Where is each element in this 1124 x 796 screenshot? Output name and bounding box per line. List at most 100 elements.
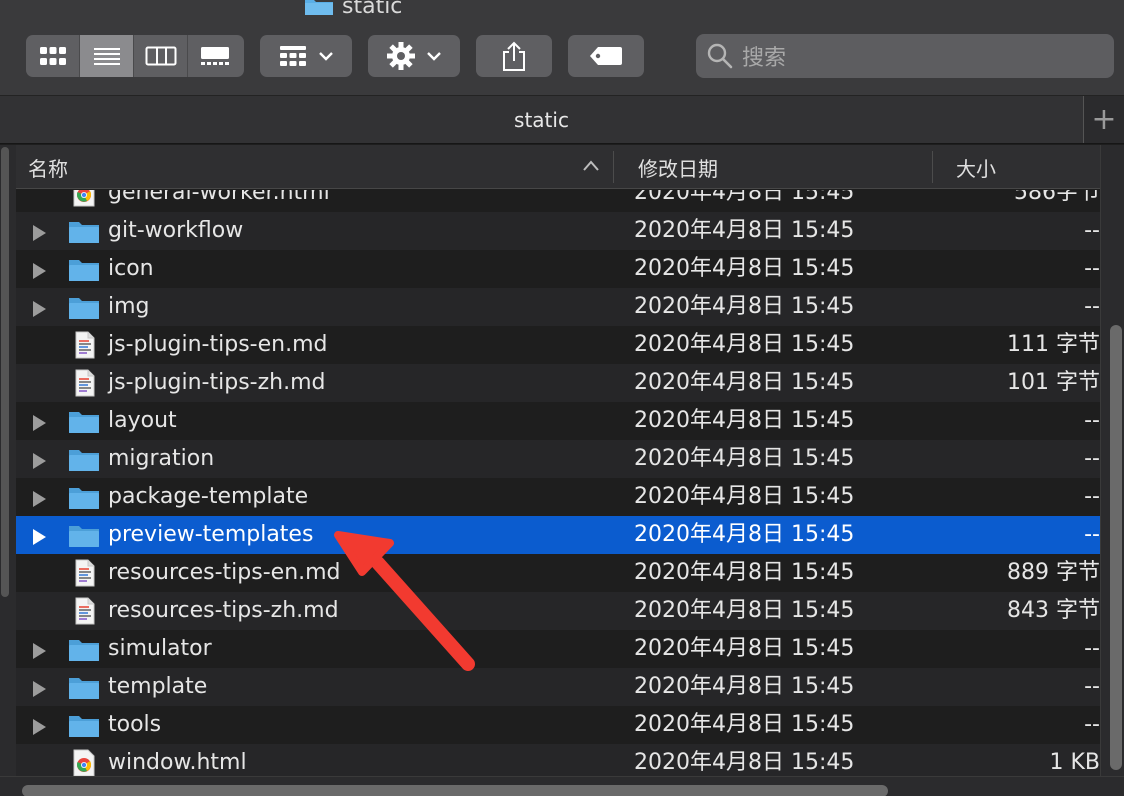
- column-header: 名称 修改日期 大小: [16, 145, 1100, 189]
- document-icon: [68, 597, 100, 625]
- column-divider[interactable]: [613, 151, 614, 183]
- table-row[interactable]: template 2020年4月8日 15:45 --: [16, 668, 1100, 706]
- file-name: layout: [108, 408, 177, 433]
- table-row[interactable]: general-worker.html 2020年4月8日 15:45 586字节: [16, 190, 1100, 212]
- file-date: 2020年4月8日 15:45: [634, 598, 855, 623]
- file-name: window.html: [108, 750, 247, 775]
- file-size: --: [1084, 522, 1100, 547]
- folder-icon: [68, 673, 100, 701]
- disclosure-triangle-icon[interactable]: [33, 529, 46, 545]
- file-name: icon: [108, 256, 154, 281]
- file-date: 2020年4月8日 15:45: [634, 636, 855, 661]
- vertical-scrollbar[interactable]: [1100, 145, 1124, 776]
- file-name: js-plugin-tips-en.md: [108, 332, 328, 357]
- file-rows: general-worker.html 2020年4月8日 15:45 586字节 g…: [16, 190, 1100, 776]
- table-row[interactable]: layout 2020年4月8日 15:45 --: [16, 402, 1100, 440]
- folder-icon: [68, 521, 100, 549]
- tab-static[interactable]: static: [0, 96, 1083, 143]
- table-row[interactable]: js-plugin-tips-zh.md 2020年4月8日 15:45 101 字…: [16, 364, 1100, 402]
- table-row[interactable]: icon 2020年4月8日 15:45 --: [16, 250, 1100, 288]
- window-title: static: [304, 0, 402, 19]
- list-icon: [93, 48, 120, 65]
- chevron-down-icon: [319, 52, 333, 61]
- search-field[interactable]: 搜索: [696, 34, 1114, 78]
- horizontal-scrollbar[interactable]: [0, 776, 1124, 796]
- plus-icon: +: [1091, 102, 1117, 137]
- group-button[interactable]: [260, 35, 352, 77]
- file-date: 2020年4月8日 15:45: [634, 256, 855, 281]
- table-row[interactable]: js-plugin-tips-en.md 2020年4月8日 15:45 111 字…: [16, 326, 1100, 364]
- html-file-icon: [68, 749, 100, 776]
- list-view-button[interactable]: [80, 35, 134, 77]
- folder-icon: [68, 445, 100, 473]
- table-row[interactable]: resources-tips-en.md 2020年4月8日 15:45 889 字…: [16, 554, 1100, 592]
- column-size-header[interactable]: 大小: [956, 145, 996, 189]
- gallery-view-button[interactable]: [188, 35, 242, 77]
- table-row[interactable]: git-workflow 2020年4月8日 15:45 --: [16, 212, 1100, 250]
- grid-icon: [39, 47, 66, 65]
- file-date: 2020年4月8日 15:45: [634, 218, 855, 243]
- file-date: 2020年4月8日 15:45: [634, 712, 855, 737]
- table-row[interactable]: tools 2020年4月8日 15:45 --: [16, 706, 1100, 744]
- vertical-scroll-thumb[interactable]: [1110, 325, 1122, 770]
- disclosure-triangle-icon[interactable]: [33, 225, 46, 241]
- gallery-icon: [201, 47, 229, 65]
- file-date: 2020年4月8日 15:45: [634, 750, 855, 775]
- column-name-label: 名称: [28, 156, 68, 181]
- disclosure-triangle-icon[interactable]: [33, 415, 46, 431]
- column-name-header[interactable]: 名称: [28, 145, 68, 189]
- file-date: 2020年4月8日 15:45: [634, 484, 855, 509]
- column-date-header[interactable]: 修改日期: [638, 145, 718, 189]
- share-button[interactable]: [476, 35, 552, 77]
- icon-view-button[interactable]: [26, 35, 80, 77]
- folder-icon: [68, 711, 100, 739]
- file-name: template: [108, 674, 208, 699]
- file-name: preview-templates: [108, 522, 314, 547]
- disclosure-triangle-icon[interactable]: [33, 453, 46, 469]
- disclosure-triangle-icon[interactable]: [33, 643, 46, 659]
- column-view-button[interactable]: [134, 35, 188, 77]
- sort-ascending-icon[interactable]: [582, 159, 600, 173]
- file-size: 111 字节: [1007, 332, 1100, 357]
- file-size: 1 KB: [1049, 750, 1100, 775]
- table-row[interactable]: simulator 2020年4月8日 15:45 --: [16, 630, 1100, 668]
- file-date: 2020年4月8日 15:45: [634, 560, 855, 585]
- action-button[interactable]: [368, 35, 460, 77]
- file-size: --: [1084, 446, 1100, 471]
- table-row-selected[interactable]: preview-templates 2020年4月8日 15:45 --: [16, 516, 1100, 554]
- file-name: resources-tips-zh.md: [108, 598, 339, 623]
- disclosure-triangle-icon[interactable]: [33, 719, 46, 735]
- folder-icon: [305, 0, 333, 15]
- new-tab-button[interactable]: +: [1084, 96, 1124, 143]
- file-size: --: [1084, 218, 1100, 243]
- disclosure-triangle-icon[interactable]: [33, 301, 46, 317]
- file-name: git-workflow: [108, 218, 244, 243]
- file-date: 2020年4月8日 15:45: [634, 294, 855, 319]
- document-icon: [68, 369, 100, 397]
- file-name: general-worker.html: [108, 190, 330, 205]
- file-date: 2020年4月8日 15:45: [634, 370, 855, 395]
- horizontal-scroll-thumb[interactable]: [22, 785, 888, 796]
- columns-icon: [145, 46, 176, 66]
- disclosure-triangle-icon[interactable]: [33, 681, 46, 697]
- table-row[interactable]: window.html 2020年4月8日 15:45 1 KB: [16, 744, 1100, 776]
- file-size: 101 字节: [1007, 370, 1100, 395]
- toolbar: static 搜索: [0, 0, 1124, 96]
- table-row[interactable]: img 2020年4月8日 15:45 --: [16, 288, 1100, 326]
- disclosure-triangle-icon[interactable]: [33, 491, 46, 507]
- gear-icon: [387, 42, 415, 70]
- tag-button[interactable]: [568, 35, 644, 77]
- column-divider[interactable]: [932, 151, 933, 183]
- file-name: simulator: [108, 636, 212, 661]
- table-row[interactable]: resources-tips-zh.md 2020年4月8日 15:45 843 字…: [16, 592, 1100, 630]
- group-icon: [280, 46, 306, 66]
- table-row[interactable]: migration 2020年4月8日 15:45 --: [16, 440, 1100, 478]
- file-name: tools: [108, 712, 162, 737]
- search-icon: [707, 43, 733, 69]
- file-size: --: [1084, 712, 1100, 737]
- disclosure-triangle-icon[interactable]: [33, 263, 46, 279]
- sidebar-scrollbar[interactable]: [1, 147, 9, 597]
- table-row[interactable]: package-template 2020年4月8日 15:45 --: [16, 478, 1100, 516]
- search-placeholder: 搜索: [742, 46, 787, 71]
- folder-icon: [68, 255, 100, 283]
